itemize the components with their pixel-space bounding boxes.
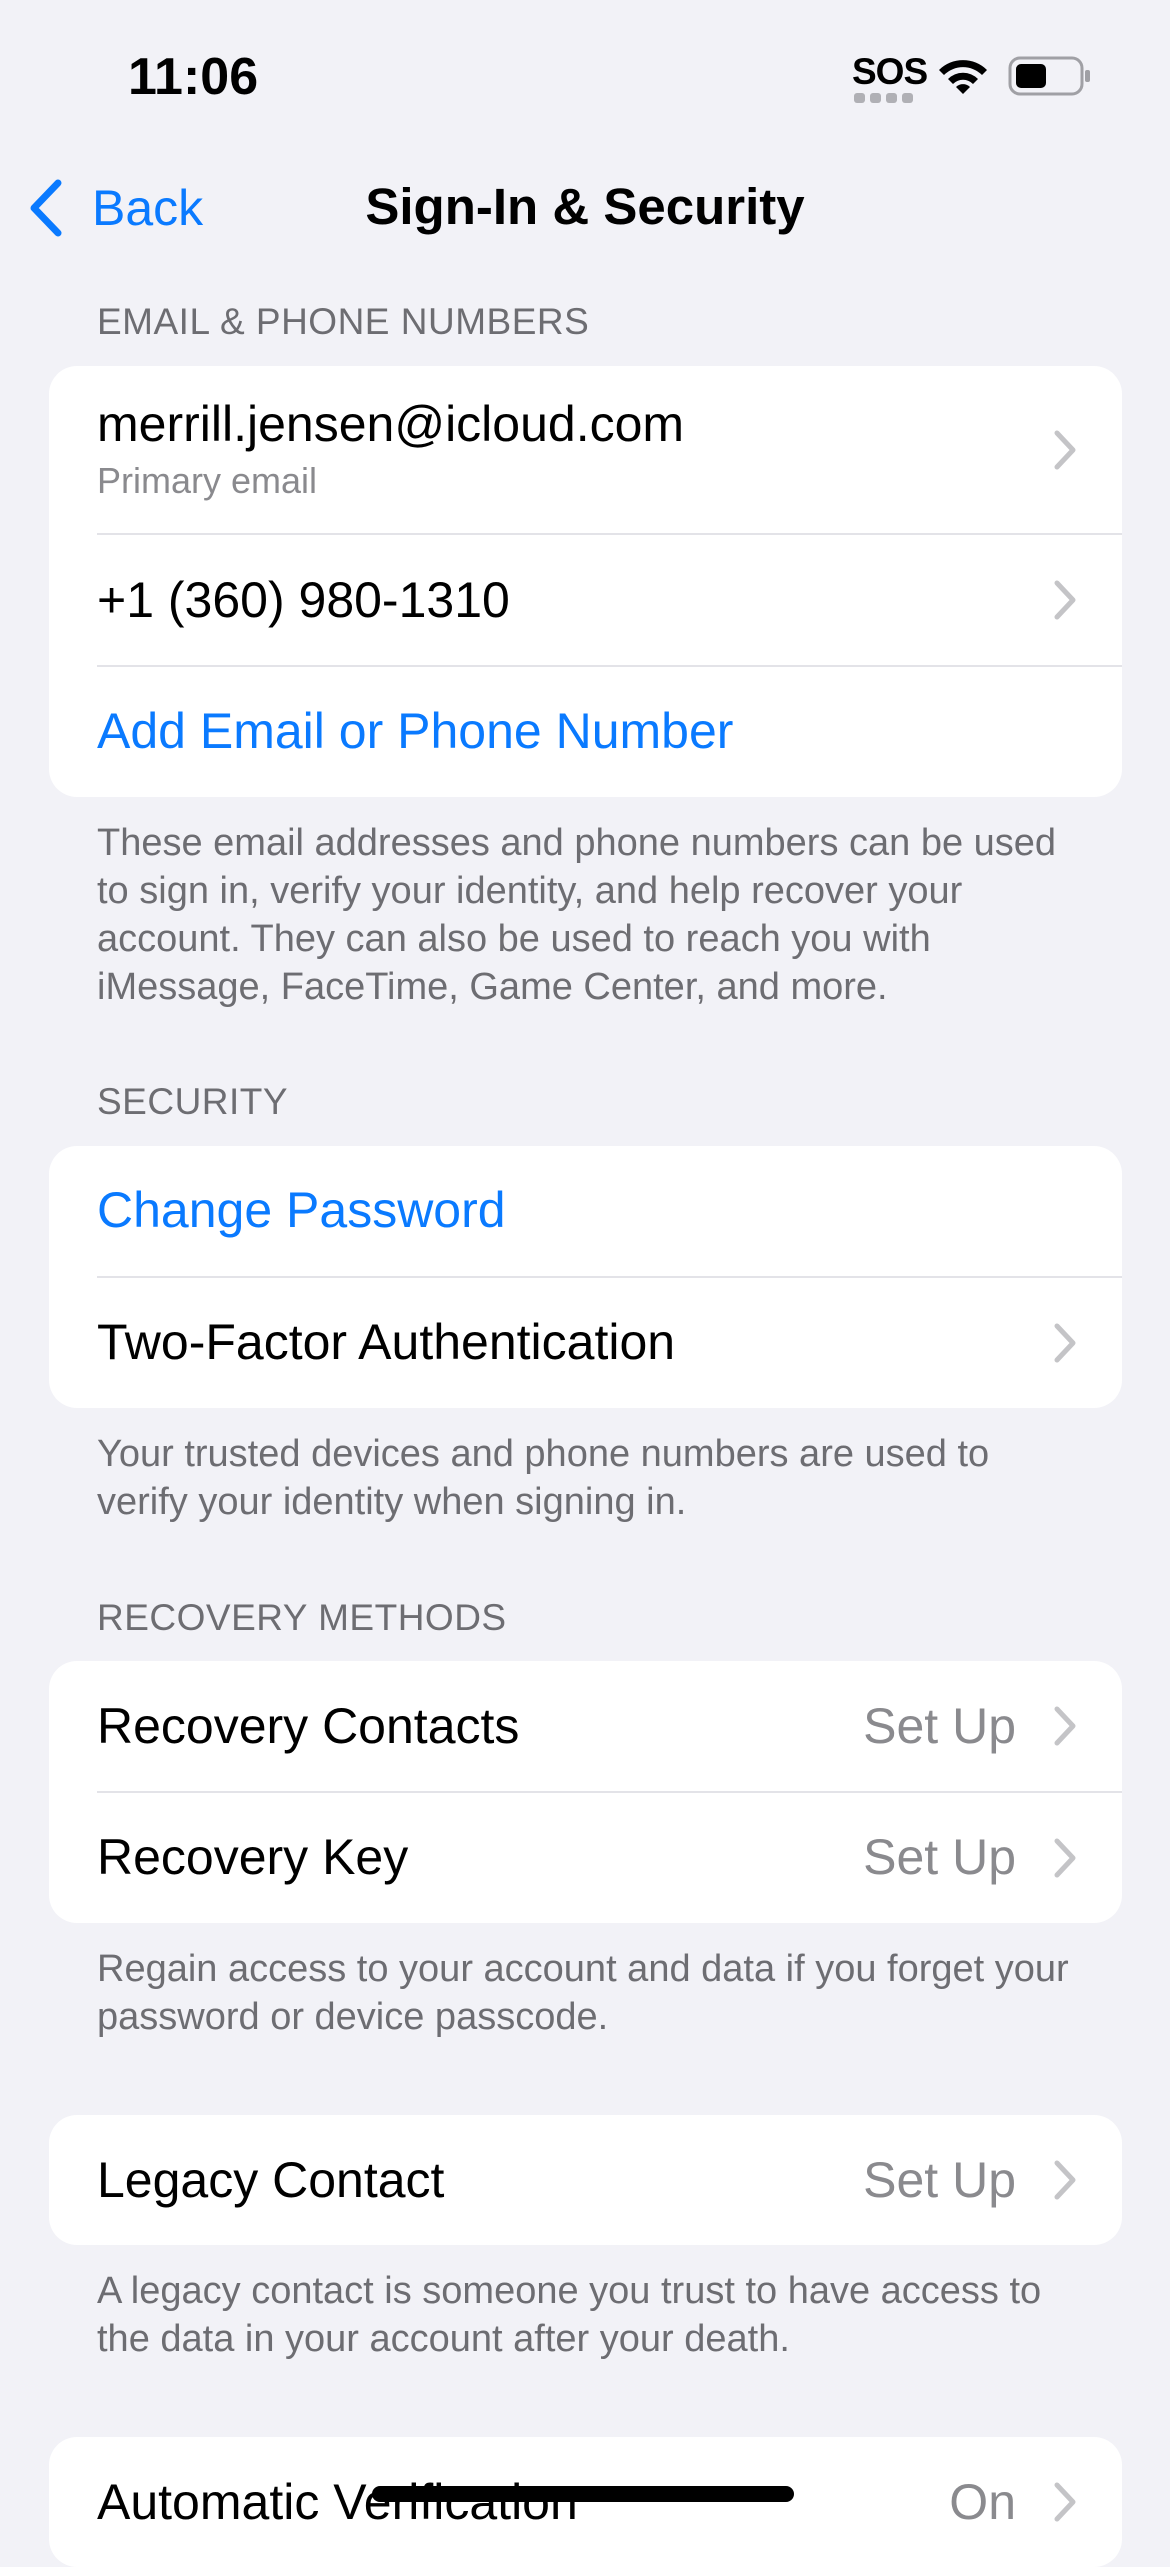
chevron-right-icon: [1054, 2482, 1076, 2522]
status-time: 11:06: [128, 48, 259, 106]
email-address: merrill.jensen@icloud.com: [97, 396, 685, 452]
email-row[interactable]: merrill.jensen@icloud.com Primary email: [49, 366, 1122, 533]
recovery-key-row[interactable]: Recovery Key Set Up: [49, 1793, 1122, 1923]
email-subtitle: Primary email: [97, 460, 318, 501]
chevron-right-icon: [1054, 1323, 1076, 1363]
signal-dots-icon: [854, 93, 913, 103]
add-email-phone-label: Add Email or Phone Number: [97, 703, 734, 759]
section-header-security: SECURITY: [97, 1081, 289, 1122]
add-email-phone-button[interactable]: Add Email or Phone Number: [49, 667, 1122, 797]
security-card: Change Password Two-Factor Authenticatio…: [49, 1146, 1122, 1408]
legacy-contact-row[interactable]: Legacy Contact Set Up: [49, 2115, 1122, 2245]
wifi-icon: [939, 60, 987, 94]
recovery-contacts-label: Recovery Contacts: [97, 1698, 520, 1754]
recovery-key-value: Set Up: [863, 1829, 1016, 1885]
legacy-card: Legacy Contact Set Up: [49, 2115, 1122, 2245]
chevron-right-icon: [1054, 580, 1076, 620]
email-section-footer: These email addresses and phone numbers …: [97, 822, 1057, 1008]
chevron-right-icon: [1054, 1706, 1076, 1746]
recovery-contacts-row[interactable]: Recovery Contacts Set Up: [49, 1661, 1122, 1791]
recovery-section-footer: Regain access to your account and data i…: [97, 1948, 1069, 2038]
legacy-contact-label: Legacy Contact: [97, 2152, 445, 2208]
email-phone-card: merrill.jensen@icloud.com Primary email …: [49, 366, 1122, 797]
legacy-section-footer: A legacy contact is someone you trust to…: [97, 2270, 1042, 2360]
automatic-verification-value: On: [949, 2474, 1016, 2530]
two-factor-label: Two-Factor Authentication: [97, 1314, 676, 1370]
section-header-recovery: RECOVERY METHODS: [97, 1597, 507, 1638]
security-section-footer: Your trusted devices and phone numbers a…: [97, 1433, 990, 1523]
chevron-right-icon: [1054, 2160, 1076, 2200]
two-factor-row[interactable]: Two-Factor Authentication: [49, 1278, 1122, 1408]
automatic-verification-label: Automatic Verification: [97, 2474, 578, 2530]
home-indicator[interactable]: [372, 2486, 794, 2502]
change-password-button[interactable]: Change Password: [49, 1146, 1122, 1276]
phone-row[interactable]: +1 (360) 980-1310: [49, 535, 1122, 665]
change-password-label: Change Password: [97, 1182, 506, 1238]
legacy-contact-value: Set Up: [863, 2152, 1016, 2208]
page-title: Sign-In & Security: [365, 178, 805, 235]
phone-number: +1 (360) 980-1310: [97, 572, 510, 628]
battery-icon: [1008, 56, 1090, 96]
sos-indicator: SOS: [852, 51, 928, 92]
chevron-right-icon: [1054, 430, 1076, 470]
chevron-right-icon: [1054, 1838, 1076, 1878]
automatic-verification-row[interactable]: Automatic Verification On: [49, 2437, 1122, 2567]
recovery-contacts-value: Set Up: [863, 1698, 1016, 1754]
recovery-key-label: Recovery Key: [97, 1829, 409, 1885]
recovery-card: Recovery Contacts Set Up Recovery Key Se…: [49, 1661, 1122, 1923]
section-header-email: EMAIL & PHONE NUMBERS: [97, 301, 590, 342]
verification-card: Automatic Verification On: [49, 2437, 1122, 2567]
